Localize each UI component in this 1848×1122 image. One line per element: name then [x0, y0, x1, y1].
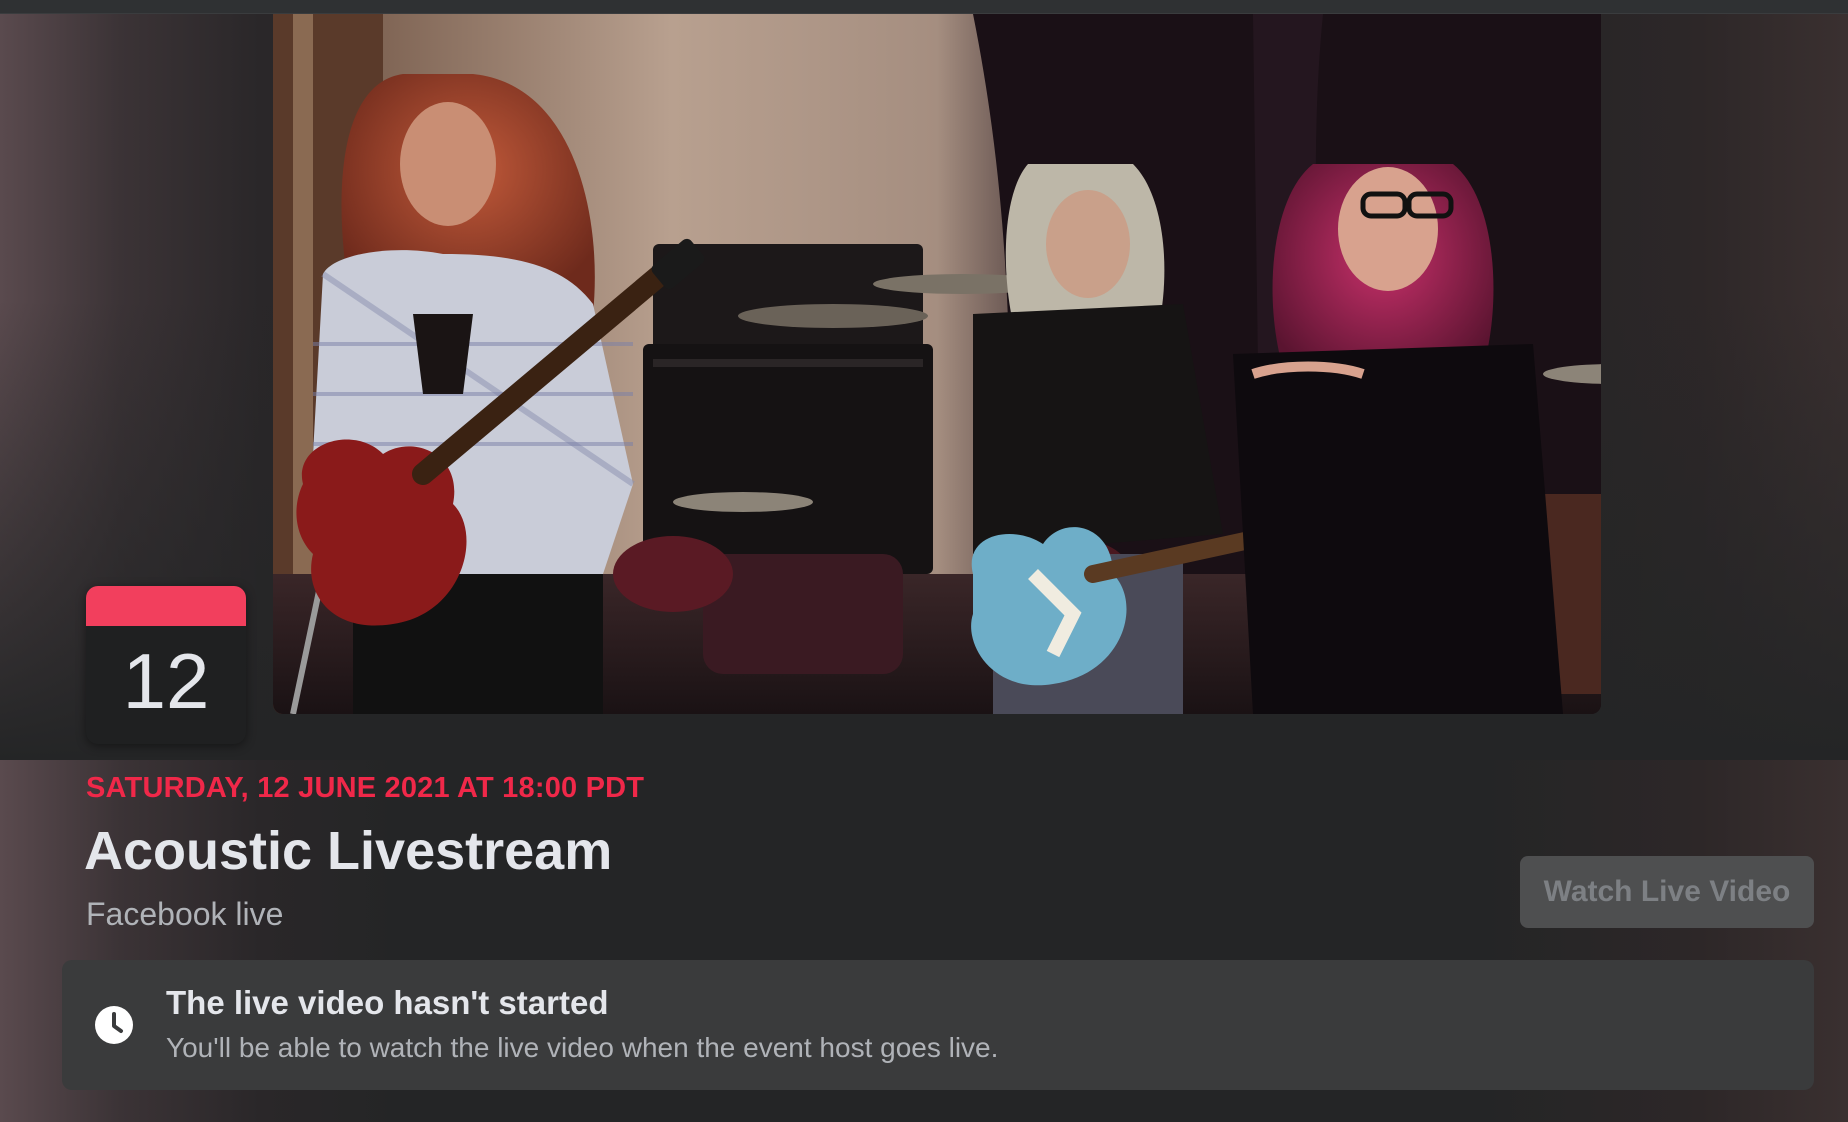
watch-live-video-button[interactable]: Watch Live Video: [1520, 856, 1814, 928]
event-date-time: SATURDAY, 12 JUNE 2021 AT 18:00 PDT: [86, 772, 645, 804]
live-status-notice: The live video hasn't started You'll be …: [62, 960, 1814, 1090]
event-cover-photo[interactable]: [273, 14, 1601, 714]
event-page: 12 SATURDAY, 12 JUNE 2021 AT 18:00 PDT A…: [0, 0, 1848, 1122]
browser-top-edge: [0, 0, 1848, 14]
clock-icon: [95, 1006, 133, 1044]
event-date-badge: 12: [86, 586, 246, 744]
date-badge-day: 12: [122, 637, 210, 725]
event-title: Acoustic Livestream: [84, 821, 613, 881]
event-location[interactable]: Facebook live: [86, 896, 283, 933]
notice-heading: The live video hasn't started: [166, 984, 609, 1021]
date-badge-band: [86, 586, 246, 626]
notice-body: You'll be able to watch the live video w…: [166, 1032, 999, 1063]
